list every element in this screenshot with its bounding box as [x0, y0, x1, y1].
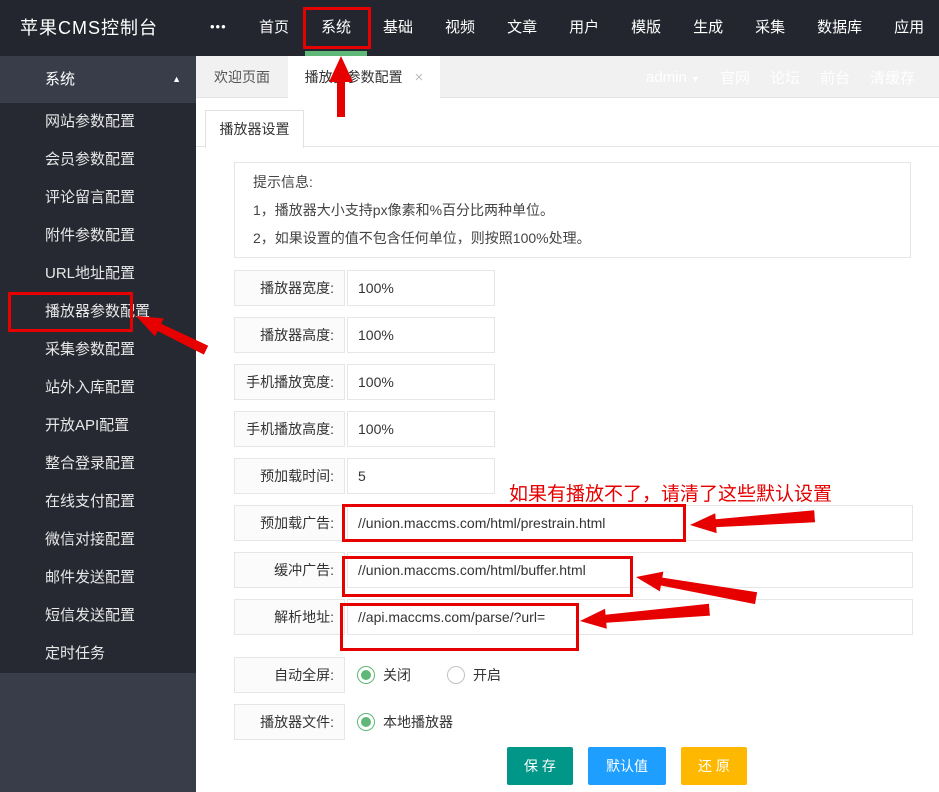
sidebar-item-open-api[interactable]: 开放API配置	[0, 407, 196, 445]
notice-line-2: 2，如果设置的值不包含任何单位，则按照100%处理。	[253, 230, 591, 246]
main-content: 欢迎页面 播放器参数配置 × admin ▼ 官网 论坛 前台 清缓存 播放器设…	[196, 56, 939, 792]
sidebar-item-member-params[interactable]: 会员参数配置	[0, 141, 196, 179]
sidebar: 系统 ▲ 网站参数配置 会员参数配置 评论留言配置 附件参数配置 URL地址配置…	[0, 56, 196, 792]
sidebar-item-url-address[interactable]: URL地址配置	[0, 255, 196, 293]
tab-welcome[interactable]: 欢迎页面	[196, 56, 288, 98]
nav-item-collect[interactable]: 采集	[739, 0, 801, 56]
sidebar-item-player-params[interactable]: 播放器参数配置	[0, 293, 196, 331]
link-official-site[interactable]: 官网	[720, 67, 750, 88]
buffer-ad-input[interactable]	[347, 552, 913, 588]
nav-item-home[interactable]: 首页	[243, 0, 305, 56]
form-row: 播放器宽度:	[234, 270, 939, 306]
nav-item-generate[interactable]: 生成	[677, 0, 739, 56]
chevron-down-icon: ▼	[691, 73, 700, 84]
sidebar-group-system[interactable]: 系统 ▲	[0, 56, 196, 103]
form-row: 手机播放宽度:	[234, 364, 939, 400]
player-width-label: 播放器宽度:	[234, 270, 345, 306]
player-file-radios: 本地播放器	[347, 704, 489, 740]
form-row: 缓冲广告:	[234, 552, 939, 588]
preload-ad-input[interactable]	[347, 505, 913, 541]
notice-box: 提示信息: 1，播放器大小支持px像素和%百分比两种单位。 2，如果设置的值不包…	[234, 162, 911, 258]
mobile-width-label: 手机播放宽度:	[234, 364, 345, 400]
sidebar-item-scheduled-tasks[interactable]: 定时任务	[0, 635, 196, 673]
mobile-width-input[interactable]	[347, 364, 495, 400]
player-file-label: 播放器文件:	[234, 704, 345, 740]
form-buttons: 保 存 默认值 还 原	[234, 747, 939, 785]
nav-item-article[interactable]: 文章	[491, 0, 553, 56]
sidebar-item-online-payment[interactable]: 在线支付配置	[0, 483, 196, 521]
subtab-row: 播放器设置	[196, 98, 939, 148]
form-row: 手机播放高度:	[234, 411, 939, 447]
auto-fullscreen-radios: 关闭 开启	[347, 657, 537, 693]
preload-time-input[interactable]	[347, 458, 495, 494]
sidebar-item-website-params[interactable]: 网站参数配置	[0, 103, 196, 141]
more-icon[interactable]: •••	[210, 0, 227, 54]
link-forum[interactable]: 论坛	[770, 67, 800, 88]
form-row: 预加载广告:	[234, 505, 939, 541]
form-row: 播放器高度:	[234, 317, 939, 353]
app-window: 苹果CMS控制台 ••• 首页 系统 基础 视频 文章 用户 模版 生成 采集 …	[0, 0, 939, 792]
tab-player-params[interactable]: 播放器参数配置 ×	[288, 56, 440, 99]
nav-item-database[interactable]: 数据库	[801, 0, 878, 56]
top-menu: 首页 系统 基础 视频 文章 用户 模版 生成 采集 数据库 应用	[243, 0, 939, 56]
player-width-input[interactable]	[347, 270, 495, 306]
sidebar-group-label: 系统	[45, 71, 76, 88]
link-frontend[interactable]: 前台	[820, 67, 850, 88]
nav-item-user[interactable]: 用户	[553, 0, 615, 56]
player-height-input[interactable]	[347, 317, 495, 353]
close-icon[interactable]: ×	[415, 69, 424, 86]
sidebar-item-wechat-connect[interactable]: 微信对接配置	[0, 521, 196, 559]
mobile-height-label: 手机播放高度:	[234, 411, 345, 447]
parse-url-input[interactable]	[347, 599, 913, 635]
local-player-radio[interactable]	[357, 713, 375, 731]
form-row: 解析地址:	[234, 599, 939, 635]
nav-item-system[interactable]: 系统	[305, 0, 368, 56]
auto-fullscreen-on-label: 开启	[473, 667, 501, 683]
sidebar-menu: 网站参数配置 会员参数配置 评论留言配置 附件参数配置 URL地址配置 播放器参…	[0, 103, 196, 673]
form-row: 自动全屏: 关闭 开启	[234, 657, 939, 693]
sidebar-item-comment-message[interactable]: 评论留言配置	[0, 179, 196, 217]
nav-item-template[interactable]: 模版	[615, 0, 677, 56]
sidebar-item-collect-params[interactable]: 采集参数配置	[0, 331, 196, 369]
buffer-ad-label: 缓冲广告:	[234, 552, 345, 588]
user-menu: admin ▼ 官网 论坛 前台 清缓存	[646, 56, 915, 98]
player-settings-form: 提示信息: 1，播放器大小支持px像素和%百分比两种单位。 2，如果设置的值不包…	[196, 147, 939, 785]
notice-title: 提示信息:	[253, 174, 313, 190]
nav-item-video[interactable]: 视频	[429, 0, 491, 56]
auto-fullscreen-off-label: 关闭	[383, 667, 411, 683]
nav-item-basic[interactable]: 基础	[367, 0, 429, 56]
preload-time-label: 预加载时间:	[234, 458, 345, 494]
sidebar-item-email-send[interactable]: 邮件发送配置	[0, 559, 196, 597]
mobile-height-input[interactable]	[347, 411, 495, 447]
sidebar-item-sms-send[interactable]: 短信发送配置	[0, 597, 196, 635]
tab-strip: 欢迎页面 播放器参数配置 × admin ▼ 官网 论坛 前台 清缓存	[196, 56, 939, 99]
top-navbar: 苹果CMS控制台 ••• 首页 系统 基础 视频 文章 用户 模版 生成 采集 …	[0, 0, 939, 56]
default-value-button[interactable]: 默认值	[588, 747, 666, 785]
app-logo: 苹果CMS控制台	[20, 18, 158, 38]
restore-button[interactable]: 还 原	[681, 747, 747, 785]
sidebar-item-attachment-params[interactable]: 附件参数配置	[0, 217, 196, 255]
player-height-label: 播放器高度:	[234, 317, 345, 353]
auto-fullscreen-off-radio[interactable]	[357, 666, 375, 684]
preload-ad-label: 预加载广告:	[234, 505, 345, 541]
form-row: 预加载时间:	[234, 458, 939, 494]
auto-fullscreen-label: 自动全屏:	[234, 657, 345, 693]
sidebar-item-integrated-login[interactable]: 整合登录配置	[0, 445, 196, 483]
nav-item-app[interactable]: 应用	[878, 0, 939, 56]
username: admin	[645, 68, 687, 86]
local-player-label: 本地播放器	[383, 714, 453, 730]
tab-player-params-label: 播放器参数配置	[304, 69, 403, 85]
notice-line-1: 1，播放器大小支持px像素和%百分比两种单位。	[253, 202, 555, 218]
link-clear-cache[interactable]: 清缓存	[870, 67, 915, 88]
subtab-player-settings[interactable]: 播放器设置	[205, 110, 304, 148]
parse-url-label: 解析地址:	[234, 599, 345, 635]
user-dropdown[interactable]: admin ▼	[646, 69, 700, 86]
sidebar-item-offsite-storage[interactable]: 站外入库配置	[0, 369, 196, 407]
chevron-up-icon: ▲	[172, 74, 181, 84]
form-row: 播放器文件: 本地播放器	[234, 704, 939, 740]
save-button[interactable]: 保 存	[507, 747, 573, 785]
auto-fullscreen-on-radio[interactable]	[447, 666, 465, 684]
